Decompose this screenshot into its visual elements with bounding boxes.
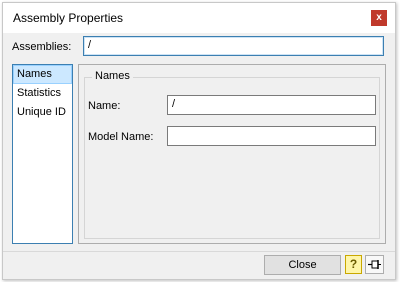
name-label: Name: — [88, 100, 121, 112]
close-button[interactable]: Close — [264, 255, 341, 275]
properties-panel: Names Name: / Model Name: — [78, 64, 386, 244]
assemblies-label: Assemblies: — [12, 41, 72, 53]
list-item-unique-id[interactable]: Unique ID — [13, 103, 72, 122]
names-group: Names Name: / Model Name: — [84, 70, 380, 239]
model-name-input[interactable] — [167, 126, 376, 146]
model-name-label: Model Name: — [88, 131, 154, 143]
help-icon[interactable]: ? — [345, 255, 362, 274]
title-bar: Assembly Properties x — [3, 3, 395, 33]
assembly-properties-dialog: Assembly Properties x Assemblies: / Name… — [2, 2, 396, 280]
footer-divider — [3, 251, 395, 252]
list-item-names[interactable]: Names — [13, 65, 72, 84]
assemblies-input[interactable]: / — [83, 36, 384, 56]
window-title: Assembly Properties — [13, 11, 124, 25]
close-window-button[interactable]: x — [371, 10, 387, 26]
pin-icon[interactable] — [365, 255, 384, 274]
category-list: Names Statistics Unique ID — [12, 64, 73, 244]
name-input[interactable]: / — [167, 95, 376, 115]
list-item-statistics[interactable]: Statistics — [13, 84, 72, 103]
names-group-title: Names — [92, 70, 133, 82]
